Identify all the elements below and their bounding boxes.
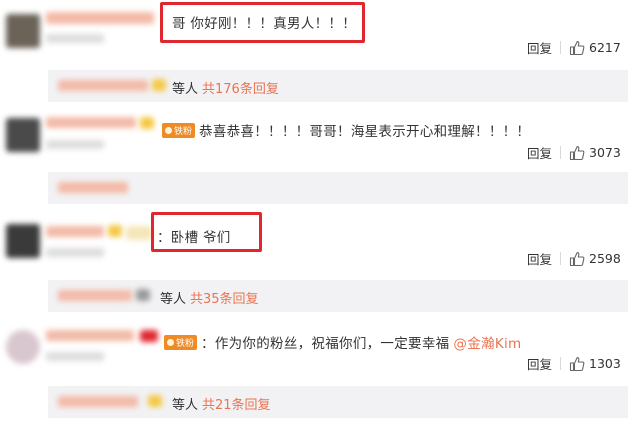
sub-reply-bar[interactable] xyxy=(48,172,628,204)
username-blurred[interactable] xyxy=(46,226,104,237)
mention-link[interactable]: @金瀚Kim xyxy=(453,332,521,352)
sub-reply-prefix: 等人 xyxy=(160,292,187,307)
reply-button[interactable]: 回复 xyxy=(527,354,552,373)
badge-blurred xyxy=(126,226,152,240)
comment-line: 铁粉 恭喜恭喜！！！！哥哥！海星表示开心和理解！！！！ xyxy=(162,120,530,140)
thumbs-up-icon[interactable] xyxy=(569,356,585,372)
divider xyxy=(560,41,562,54)
fan-icon xyxy=(165,126,172,134)
comment-line: 铁粉 ：作为你的粉丝，祝福你们，一定要幸福 @金瀚Kim xyxy=(164,332,521,352)
sub-reply-users-blurred xyxy=(58,396,138,407)
divider xyxy=(560,357,562,370)
comment-actions: 回复 3073 xyxy=(527,143,621,162)
vip-icon xyxy=(108,225,122,237)
like-count: 1303 xyxy=(589,356,621,371)
fan-icon xyxy=(167,338,174,346)
vip-icon xyxy=(148,395,162,407)
vip-icon xyxy=(140,117,154,129)
sub-reply-summary: 等人 共21条回复 xyxy=(172,394,271,413)
username-blurred[interactable] xyxy=(46,117,136,128)
sub-reply-prefix: 等人 xyxy=(172,82,199,97)
comment-text: 恭喜恭喜！！！！哥哥！海星表示开心和理解！！！！ xyxy=(199,124,531,140)
view-replies-link[interactable]: 共176条回复 xyxy=(202,78,279,97)
sub-reply-bar[interactable] xyxy=(48,280,628,312)
sub-reply-users-blurred xyxy=(58,80,148,91)
timestamp-blurred xyxy=(46,34,104,43)
view-replies-link[interactable]: 共21条回复 xyxy=(202,394,271,413)
divider xyxy=(560,146,562,159)
fan-badge: 铁粉 xyxy=(162,122,196,138)
sub-reply-summary: 等人 共176条回复 xyxy=(172,78,279,97)
thumbs-up-icon[interactable] xyxy=(569,40,585,56)
username-blurred[interactable] xyxy=(46,330,134,341)
avatar[interactable] xyxy=(6,330,40,364)
reply-button[interactable]: 回复 xyxy=(527,143,552,162)
timestamp-blurred xyxy=(46,352,104,361)
vip-icon xyxy=(152,79,166,91)
like-count: 6217 xyxy=(589,40,621,55)
avatar[interactable] xyxy=(6,118,40,152)
sub-reply-prefix: 等人 xyxy=(172,398,199,413)
comment-actions: 回复 2598 xyxy=(527,249,621,268)
timestamp-blurred xyxy=(46,140,104,149)
fan-badge: 铁粉 xyxy=(164,334,198,350)
thumbs-up-icon[interactable] xyxy=(569,251,585,267)
like-count: 2598 xyxy=(589,251,621,266)
like-count: 3073 xyxy=(589,145,621,160)
sub-reply-users-blurred xyxy=(58,290,132,301)
reply-button[interactable]: 回复 xyxy=(527,249,552,268)
username-blurred[interactable] xyxy=(46,12,154,24)
divider xyxy=(560,252,562,265)
badge-icon xyxy=(140,330,158,342)
comment-actions: 回复 6217 xyxy=(527,38,621,57)
comment-text: ：作为你的粉丝，祝福你们，一定要幸福 xyxy=(201,336,450,352)
sub-reply-summary: 等人 共35条回复 xyxy=(160,288,259,307)
view-replies-link[interactable]: 共35条回复 xyxy=(190,288,259,307)
badge-icon xyxy=(136,289,150,301)
comment-actions: 回复 1303 xyxy=(527,354,621,373)
thumbs-up-icon[interactable] xyxy=(569,145,585,161)
avatar[interactable] xyxy=(6,14,40,48)
avatar[interactable] xyxy=(6,224,40,258)
sub-reply-blurred xyxy=(58,182,128,193)
highlight-box xyxy=(151,212,262,252)
highlight-box xyxy=(160,2,365,43)
timestamp-blurred xyxy=(46,248,104,257)
reply-button[interactable]: 回复 xyxy=(527,38,552,57)
